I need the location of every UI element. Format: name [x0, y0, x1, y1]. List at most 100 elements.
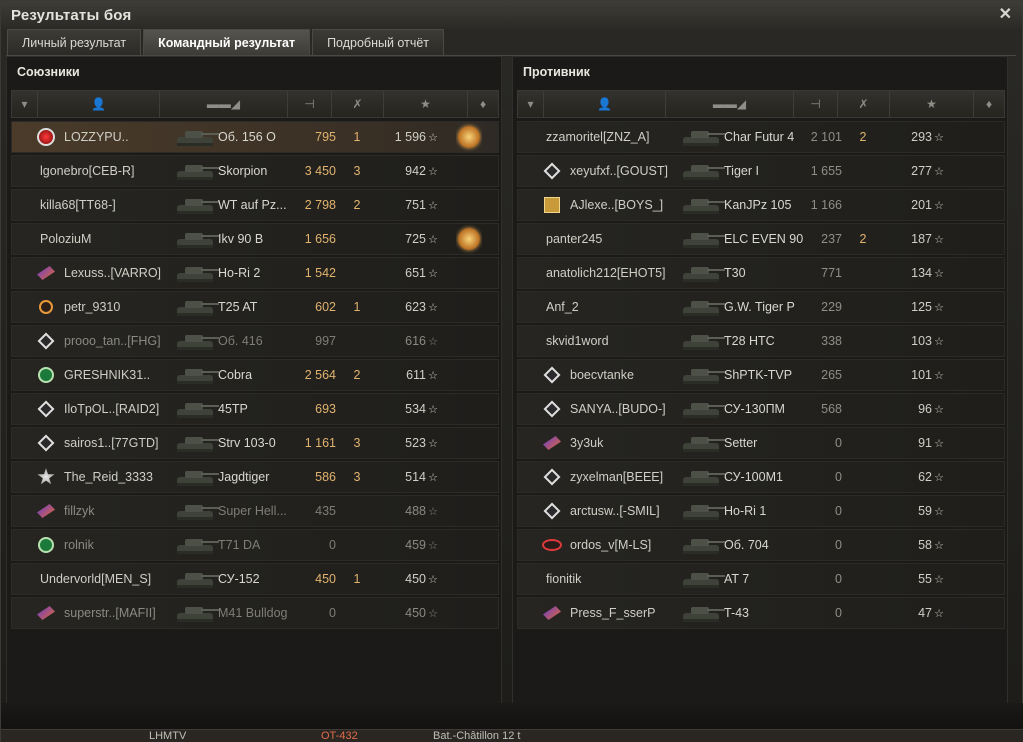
- player-row[interactable]: AJlexe..[BOYS_] KanJPz 105 1 166 201 ☆: [517, 189, 1005, 221]
- strip-text-right: Bat.-Châtillon 12 t: [433, 730, 521, 742]
- player-name: killa68[TT68-]: [40, 198, 116, 212]
- player-row[interactable]: prooo_tan..[FHG] Об. 416 997 616 ☆: [11, 325, 499, 357]
- player-row[interactable]: The_Reid_3333 Jagdtiger 586 3 514 ☆: [11, 461, 499, 493]
- tab-personal-result[interactable]: Личный результат: [7, 29, 142, 55]
- player-row[interactable]: IloTpOL..[RAID2] 45TP 693 534 ☆: [11, 393, 499, 425]
- player-name: lgonebro[CEB-R]: [40, 164, 135, 178]
- medal-column-icon[interactable]: ♦: [468, 91, 498, 117]
- player-row[interactable]: fionitik AT 7 0 55 ☆: [517, 563, 1005, 595]
- xp-value: 96: [918, 402, 932, 416]
- close-icon[interactable]: ✕: [999, 4, 1012, 24]
- xp-column-icon[interactable]: ★: [384, 91, 468, 117]
- medal-column-icon[interactable]: ♦: [974, 91, 1004, 117]
- player-name: ordos_v[M-LS]: [570, 538, 652, 552]
- xp-star-icon: ☆: [428, 403, 438, 416]
- xp-value: 450: [405, 606, 426, 620]
- player-row[interactable]: killa68[TT68-] WT auf Pz... 2 798 2 751 ☆: [11, 189, 499, 221]
- player-row[interactable]: LOZZYPU.. Об. 156 О 795 1 1 596 ☆: [11, 121, 499, 153]
- kills-column-icon[interactable]: ✗: [838, 91, 890, 117]
- xp-star-icon: ☆: [934, 335, 944, 348]
- kills-value: 2: [353, 198, 361, 212]
- player-row[interactable]: rolnik T71 DA 0 459 ☆: [11, 529, 499, 561]
- tank-image: [170, 360, 222, 390]
- player-row[interactable]: anatolich212[EHOT5] T30 771 134 ☆: [517, 257, 1005, 289]
- player-row[interactable]: superstr..[MAFII] M41 Bulldog 0 450 ☆: [11, 597, 499, 629]
- player-row[interactable]: Anf_2 G.W. Tiger P 229 125 ☆: [517, 291, 1005, 323]
- tank-image: [170, 224, 222, 254]
- tank-image: [676, 496, 728, 526]
- tank-image: [170, 394, 222, 424]
- xp-star-icon: ☆: [428, 131, 438, 144]
- xp-column-icon[interactable]: ★: [890, 91, 974, 117]
- player-row[interactable]: 3y3uk Setter 0 91 ☆: [517, 427, 1005, 459]
- player-name: anatolich212[EHOT5]: [546, 266, 666, 280]
- tank-image: [170, 462, 222, 492]
- player-row[interactable]: xeyufxf..[GOUST] Tiger I1 655 277 ☆: [517, 155, 1005, 187]
- player-row[interactable]: PoloziuM Ikv 90 B1 656 725 ☆: [11, 223, 499, 255]
- player-row[interactable]: petr_9310 T25 AT 602 1 623 ☆: [11, 291, 499, 323]
- kills-column-icon[interactable]: ✗: [332, 91, 384, 117]
- damage-value: 0: [835, 538, 842, 552]
- tab-bar: Личный результат Командный результат Под…: [7, 29, 445, 55]
- red-emblem-icon: [36, 128, 56, 146]
- kills-value: 2: [859, 130, 867, 144]
- xp-value: 623: [405, 300, 426, 314]
- clan-badge: [540, 360, 564, 390]
- damage-value: 1 166: [810, 198, 842, 212]
- player-row[interactable]: ordos_v[M-LS] Об. 704 0 58 ☆: [517, 529, 1005, 561]
- xp-star-icon: ☆: [934, 267, 944, 280]
- player-name: The_Reid_3333: [64, 470, 153, 484]
- player-name: boecvtanke: [570, 368, 634, 382]
- player-row[interactable]: skvid1word T28 HTC 338 103 ☆: [517, 325, 1005, 357]
- player-row[interactable]: Press_F_sserP T-43 0 47 ☆: [517, 597, 1005, 629]
- kills-value: [848, 428, 878, 458]
- damage-value: 338: [821, 334, 842, 348]
- damage-column-icon[interactable]: ⊣: [794, 91, 838, 117]
- player-row[interactable]: panter245 ELC EVEN 90 237 2 187 ☆: [517, 223, 1005, 255]
- xp-value: 942: [405, 164, 426, 178]
- tank-silhouette-icon: [683, 301, 725, 316]
- tab-detailed-report[interactable]: Подробный отчёт: [312, 29, 445, 55]
- medal-icon[interactable]: [458, 228, 480, 250]
- xp-value: 47: [918, 606, 932, 620]
- damage-value: 265: [821, 368, 842, 382]
- player-row[interactable]: arctusw..[-SMIL] Ho-Ri 1 0 59 ☆: [517, 495, 1005, 527]
- player-name: skvid1word: [546, 334, 609, 348]
- damage-value: 2 564: [304, 368, 336, 382]
- tank-silhouette-icon: [177, 369, 219, 384]
- kills-value: [848, 258, 878, 288]
- damage-column-icon[interactable]: ⊣: [288, 91, 332, 117]
- vehicle-column-icon[interactable]: ▬▬◢: [160, 91, 288, 117]
- player-row[interactable]: SANYA..[BUDO-] СУ-130ПМ 568 96 ☆: [517, 393, 1005, 425]
- player-row[interactable]: GRESHNIK31.. Cobra 2 564 2 611 ☆: [11, 359, 499, 391]
- player-row[interactable]: boecvtanke ShPTK-TVP 265 101 ☆: [517, 359, 1005, 391]
- tank-silhouette-icon: [683, 199, 725, 214]
- player-row[interactable]: zyxelman[BEEE] СУ-100М1 0 62 ☆: [517, 461, 1005, 493]
- clan-badge: [34, 360, 58, 390]
- clan-badge: [540, 394, 564, 424]
- player-row[interactable]: zzamoritel[ZNZ_A] Char Futur 42 101 2 293 ☆: [517, 121, 1005, 153]
- xp-star-icon: ☆: [934, 539, 944, 552]
- vehicle-column-icon[interactable]: ▬▬◢: [666, 91, 794, 117]
- diamond-emblem-icon: [542, 366, 562, 384]
- xp-star-icon: ☆: [428, 573, 438, 586]
- xp-value: 187: [911, 232, 932, 246]
- tab-team-result[interactable]: Командный результат: [143, 29, 311, 55]
- tank-silhouette-icon: [683, 267, 725, 282]
- player-row[interactable]: Undervorld[MEN_S] СУ-152 450 1 450 ☆: [11, 563, 499, 595]
- tank-image: [170, 258, 222, 288]
- tank-image: [170, 598, 222, 628]
- allies-table-header: ▾ 👤 ▬▬◢ ⊣ ✗ ★ ♦: [11, 90, 499, 118]
- tank-image: [170, 530, 222, 560]
- player-column-icon[interactable]: 👤: [38, 91, 160, 117]
- platoon-column-icon[interactable]: ▾: [12, 91, 38, 117]
- xp-star-icon: ☆: [428, 471, 438, 484]
- player-row[interactable]: Lexuss..[VARRO] Ho-Ri 21 542 651 ☆: [11, 257, 499, 289]
- player-column-icon[interactable]: 👤: [544, 91, 666, 117]
- medal-icon[interactable]: [458, 126, 480, 148]
- player-row[interactable]: lgonebro[CEB-R] Skorpion 3 450 3 942 ☆: [11, 155, 499, 187]
- player-row[interactable]: sairos1..[77GTD] Strv 103-0 1 161 3 523 ☆: [11, 427, 499, 459]
- tab-label: Личный результат: [22, 35, 127, 50]
- platoon-column-icon[interactable]: ▾: [518, 91, 544, 117]
- player-row[interactable]: fillzyk Super Hell... 435 488 ☆: [11, 495, 499, 527]
